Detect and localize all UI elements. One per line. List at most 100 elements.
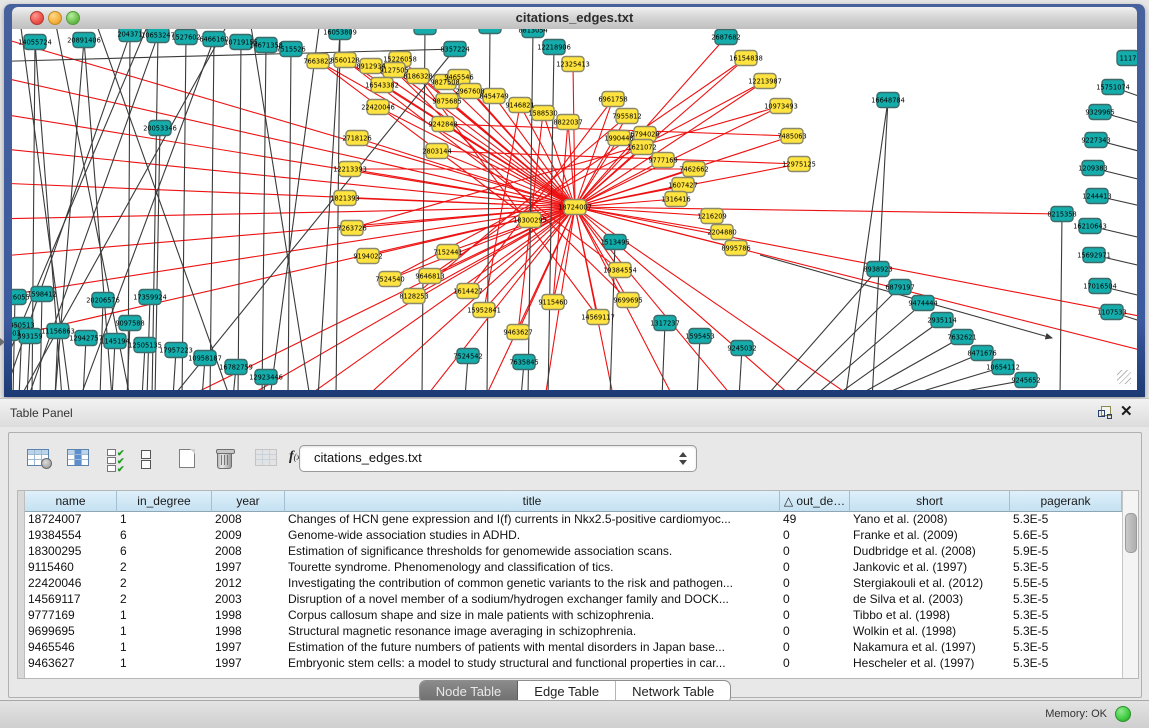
table-cell[interactable]: 0 (780, 607, 847, 623)
panel-collapse-chevron-icon[interactable] (0, 338, 5, 346)
table-cell[interactable]: 0 (780, 655, 847, 671)
node-attribute-table[interactable]: namein_degreeyeartitle△ out_de…shortpage… (17, 490, 1139, 679)
graph-edge[interactable] (152, 35, 158, 390)
table-cell[interactable]: Estimation of significance thresholds fo… (285, 543, 777, 559)
graph-edge[interactable] (872, 100, 888, 390)
table-cell[interactable]: 1997 (212, 559, 282, 575)
table-cell[interactable]: 1 (117, 623, 209, 639)
table-cell[interactable]: Tibbo et al. (1998) (850, 607, 1007, 623)
table-cell[interactable]: 0 (780, 543, 847, 559)
table-cell[interactable]: 1998 (212, 623, 282, 639)
select-columns-icon[interactable] (63, 445, 93, 473)
table-cell[interactable]: 1 (117, 655, 209, 671)
table-cell[interactable]: 5.3E-5 (1010, 591, 1119, 607)
graph-edge[interactable] (172, 49, 455, 390)
table-cell[interactable]: 0 (780, 527, 847, 543)
table-cell[interactable]: Disruption of a novel member of a sodium… (285, 591, 777, 607)
table-cell[interactable]: 18724007 (25, 511, 114, 527)
table-cell[interactable]: 22420046 (25, 575, 114, 591)
column-header-out_de[interactable]: △ out_de… (780, 491, 850, 512)
graph-edge[interactable] (487, 29, 490, 390)
graph-edge[interactable] (787, 287, 900, 390)
table-cell[interactable]: 9115460 (25, 559, 114, 575)
table-cell[interactable]: 2008 (212, 543, 282, 559)
table-cell[interactable]: Franke et al. (2009) (850, 527, 1007, 543)
table-cell[interactable]: 2003 (212, 591, 282, 607)
table-select-dropdown[interactable]: citations_edges.txt (299, 445, 697, 472)
table-cell[interactable]: 0 (780, 559, 847, 575)
table-cell[interactable]: 0 (780, 623, 847, 639)
table-cell[interactable]: Tourette syndrome. Phenomenology and cla… (285, 559, 777, 575)
delete-table-icon[interactable] (213, 445, 243, 473)
table-cell[interactable]: Genome-wide association studies in ADHD. (285, 527, 777, 543)
table-cell[interactable]: 6 (117, 527, 209, 543)
column-header-pagerank[interactable]: pagerank (1010, 491, 1122, 512)
table-cell[interactable]: 18300295 (25, 543, 114, 559)
float-panel-icon[interactable] (1098, 406, 1112, 419)
table-cell[interactable]: 1997 (212, 655, 282, 671)
column-header-year[interactable]: year (212, 491, 285, 512)
graph-edge[interactable] (238, 42, 241, 390)
table-cell[interactable]: 1 (117, 511, 209, 527)
table-cell[interactable]: Estimation of the future numbers of pati… (285, 639, 777, 655)
table-cell[interactable]: 9777169 (25, 607, 114, 623)
table-cell[interactable]: 5.3E-5 (1010, 559, 1119, 575)
table-cell[interactable]: Stergiakouli et al. (2012) (850, 575, 1007, 591)
table-cell[interactable]: 0 (780, 639, 847, 655)
table-cell[interactable]: 5.3E-5 (1010, 623, 1119, 639)
table-cell[interactable]: 2 (117, 559, 209, 575)
table-cell[interactable]: 5.3E-5 (1010, 639, 1119, 655)
graph-edge[interactable] (575, 207, 628, 300)
window-titlebar[interactable]: citations_edges.txt (12, 7, 1137, 30)
vertical-scrollbar[interactable] (1122, 491, 1138, 678)
table-cell[interactable]: 5.3E-5 (1010, 511, 1119, 527)
graph-edge[interactable] (810, 303, 923, 390)
table-cell[interactable]: 9699695 (25, 623, 114, 639)
column-header-in_degree[interactable]: in_degree (117, 491, 212, 512)
graph-edge[interactable] (357, 138, 575, 207)
network-graph-canvas[interactable]: 1872400776638228560128891293415226058912… (12, 29, 1137, 390)
select-rows-icon[interactable]: ✔✔✔ (103, 445, 133, 473)
table-cell[interactable]: Structural magnetic resonance image aver… (285, 623, 777, 639)
column-stack-icon[interactable] (137, 445, 167, 473)
table-cell[interactable]: 5.6E-5 (1010, 527, 1119, 543)
table-cell[interactable]: 6 (117, 543, 209, 559)
table-cell[interactable]: 2009 (212, 527, 282, 543)
new-table-icon[interactable] (175, 445, 205, 473)
column-header-title[interactable]: title (285, 491, 780, 512)
table-cell[interactable]: 19384554 (25, 527, 114, 543)
table-cell[interactable]: Dudbridge et al. (2008) (850, 543, 1007, 559)
column-header-short[interactable]: short (850, 491, 1010, 512)
graph-edge[interactable] (1060, 214, 1062, 390)
graph-edge[interactable] (575, 207, 1062, 214)
graph-edge[interactable] (443, 124, 575, 207)
table-cell[interactable]: Embryonic stem cells: a model to study s… (285, 655, 777, 671)
table-cell[interactable]: 5.5E-5 (1010, 575, 1119, 591)
graph-edge[interactable] (250, 29, 310, 390)
table-cell[interactable]: Changes of HCN gene expression and I(f) … (285, 511, 777, 527)
table-cell[interactable]: 2008 (212, 511, 282, 527)
table-cell[interactable]: 49 (780, 511, 847, 527)
table-cell[interactable]: 1997 (212, 639, 282, 655)
window-grow-handle[interactable] (1117, 370, 1131, 384)
scrollbar-thumb[interactable] (1125, 513, 1137, 553)
graph-edge[interactable] (575, 207, 1137, 320)
table-cell[interactable]: 2012 (212, 575, 282, 591)
table-cell[interactable]: Investigating the contribution of common… (285, 575, 777, 591)
table-cell[interactable]: 1998 (212, 607, 282, 623)
table-cell[interactable]: Jankovic et al. (1997) (850, 559, 1007, 575)
graph-edge[interactable] (182, 37, 186, 390)
column-header-name[interactable]: name (25, 491, 117, 512)
graph-edge[interactable] (378, 107, 575, 207)
table-cell[interactable]: de Silva et al. (2003) (850, 591, 1007, 607)
table-cell[interactable]: Hescheler et al. (1997) (850, 655, 1007, 671)
table-cell[interactable]: 14569117 (25, 591, 114, 607)
table-cell[interactable]: Nakamura et al. (1997) (850, 639, 1007, 655)
graph-edge[interactable] (870, 353, 982, 390)
graph-edge[interactable] (845, 100, 888, 390)
table-cell[interactable]: 1 (117, 639, 209, 655)
graph-node[interactable] (479, 29, 501, 34)
graph-edge[interactable] (12, 60, 575, 207)
table-cell[interactable]: 5.9E-5 (1010, 543, 1119, 559)
graph-edge[interactable] (288, 49, 291, 390)
